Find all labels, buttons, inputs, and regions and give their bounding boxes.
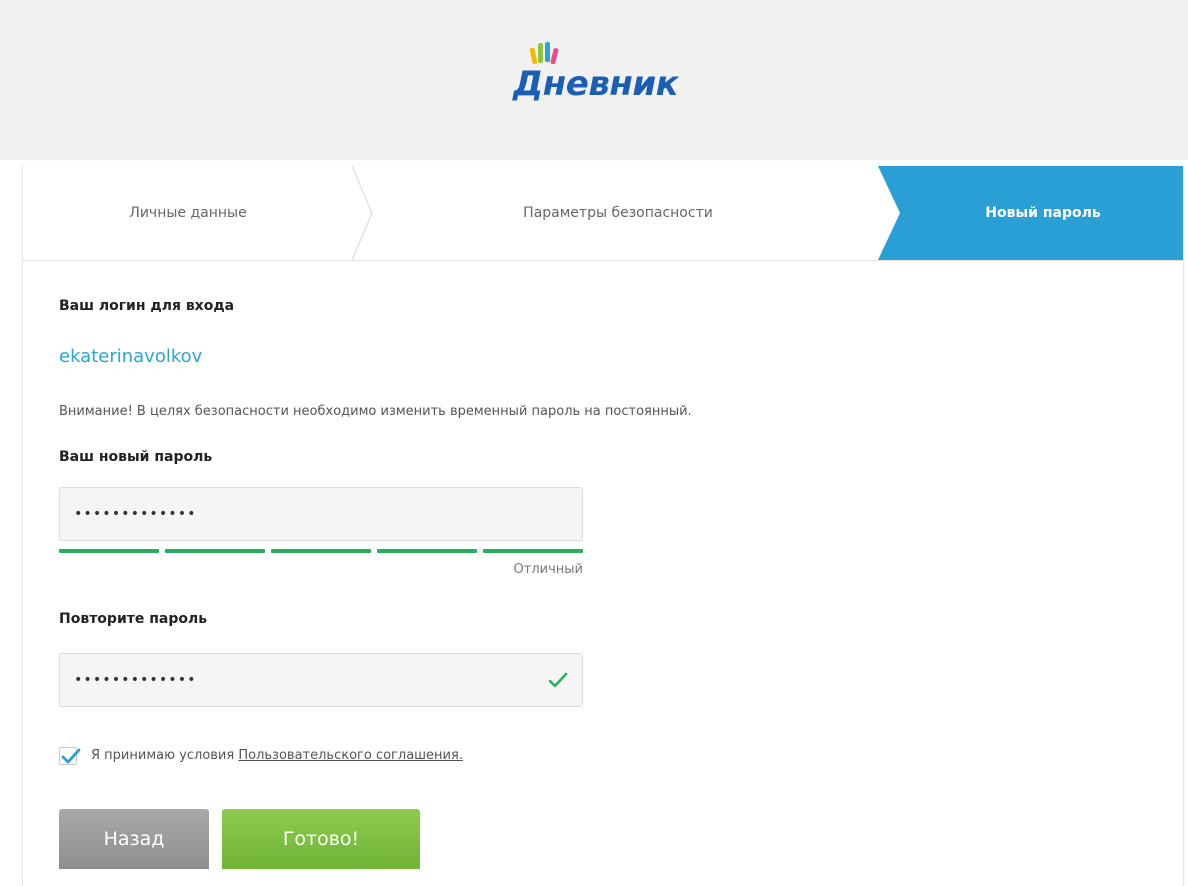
step-personal-data: Личные данные <box>129 205 247 221</box>
new-password-label: Ваш новый пароль <box>59 449 213 465</box>
registration-card: Личные данные Параметры безопасности Нов… <box>22 166 1184 886</box>
terms-checkbox[interactable] <box>59 747 81 765</box>
strength-segment <box>483 549 583 553</box>
terms-link[interactable]: Пользовательского соглашения. <box>238 748 463 763</box>
password-strength-meter <box>59 549 583 554</box>
login-value: ekaterinavolkov <box>59 346 203 367</box>
security-warning: Внимание! В целях безопасности необходим… <box>59 404 692 419</box>
page-header: Дневник <box>0 0 1188 160</box>
password-strength-label: Отличный <box>513 562 583 577</box>
strength-segment <box>165 549 265 553</box>
step-new-password: Новый пароль <box>985 205 1101 221</box>
strength-segment <box>59 549 159 553</box>
repeat-password-value: ••••••••••••• <box>74 672 197 688</box>
dnevnik-logo[interactable]: Дневник <box>505 40 705 110</box>
step-tabs: Личные данные Параметры безопасности Нов… <box>23 166 1183 261</box>
new-password-input[interactable]: ••••••••••••• <box>59 487 583 541</box>
terms-prefix: Я принимаю условия <box>91 748 235 763</box>
terms-text: Я принимаю условия Пользовательского сог… <box>91 748 463 763</box>
done-button[interactable]: Готово! <box>222 809 420 869</box>
check-icon <box>548 672 568 688</box>
login-title: Ваш логин для входа <box>59 298 235 314</box>
repeat-password-input[interactable]: ••••••••••••• <box>59 653 583 707</box>
back-button[interactable]: Назад <box>59 809 209 869</box>
strength-segment <box>377 549 477 553</box>
step-security-params: Параметры безопасности <box>523 205 713 221</box>
terms-agreement: Я принимаю условия Пользовательского сог… <box>59 747 659 769</box>
logo-text: Дневник <box>513 64 679 104</box>
repeat-password-label: Повторите пароль <box>59 611 208 627</box>
strength-segment <box>271 549 371 553</box>
checkmark-icon <box>61 748 81 764</box>
